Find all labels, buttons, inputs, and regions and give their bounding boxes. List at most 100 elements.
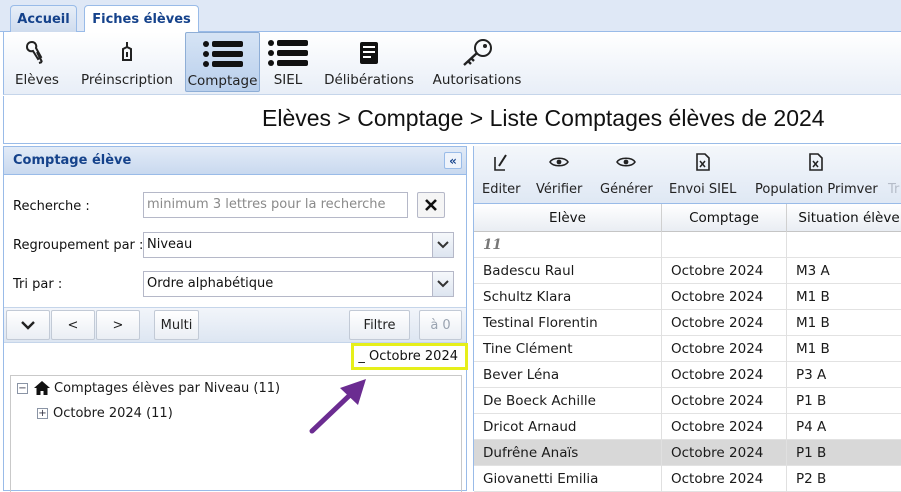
chevron-down-icon (21, 320, 35, 330)
cell-situation: M1 B (787, 284, 901, 310)
next-button[interactable]: > (96, 310, 140, 340)
cell-eleve: Badescu Raul (474, 258, 662, 284)
cell-eleve: Bever Léna (474, 362, 662, 388)
table-row[interactable]: Dufrêne Anaïs Octobre 2024 P1 B (474, 440, 901, 466)
tab-fiches-eleves[interactable]: Fiches élèves (84, 5, 199, 33)
table-row[interactable]: Schultz Klara Octobre 2024 M1 B (474, 284, 901, 310)
reset-button[interactable]: à 0 (419, 310, 462, 340)
chevron-down-icon[interactable] (432, 272, 453, 296)
search-input[interactable]: minimum 3 lettres pour la recherche (143, 192, 408, 218)
editer-button[interactable]: Editer (482, 150, 521, 197)
tree-root-label: Comptages élèves par Niveau (11) (54, 380, 281, 396)
breadcrumb: Elèves > Comptage > Liste Comptages élèv… (262, 105, 825, 131)
tab-accueil[interactable]: Accueil (10, 5, 77, 32)
cell-comptage: Octobre 2024 (662, 310, 787, 336)
ribbon-preinscription-label: Préinscription (81, 72, 173, 88)
ribbon-preinscription-button[interactable]: Préinscription (81, 32, 173, 92)
ribbon-siel-button[interactable]: SIEL (266, 32, 310, 92)
excel-icon (809, 150, 824, 174)
cell-comptage: Octobre 2024 (662, 362, 787, 388)
collapse-panel-icon[interactable]: « (444, 152, 462, 169)
population-primver-label: Population Primver (755, 182, 878, 197)
tree-node-octobre-2024[interactable]: + Octobre 2024 (11) (37, 403, 173, 423)
ribbon-eleves-label: Elèves (15, 72, 59, 88)
list-icon (202, 37, 243, 71)
table-row[interactable]: Testinal Florentin Octobre 2024 M1 B (474, 310, 901, 336)
ribbon-comptage-button[interactable]: Comptage (185, 32, 260, 92)
selected-filter-label: _ Octobre 2024 (351, 343, 468, 370)
cell-situation: P3 A (787, 362, 901, 388)
chevron-down-icon[interactable] (432, 233, 453, 257)
comptage-tree: − Comptages élèves par Niveau (11) + Oct… (10, 375, 462, 492)
cell-situation: P2 B (787, 466, 901, 492)
cell-comptage: Octobre 2024 (662, 388, 787, 414)
grid-header: Elève Comptage Situation élève (474, 204, 901, 232)
cell-comptage: Octobre 2024 (662, 414, 787, 440)
ribbon-comptage-label: Comptage (187, 73, 258, 89)
table-row[interactable]: Bever Léna Octobre 2024 P3 A (474, 362, 901, 388)
sort-select[interactable]: Ordre alphabétique (143, 271, 454, 297)
list-icon (268, 36, 308, 70)
sort-label: Tri par : (13, 277, 63, 292)
verifier-button[interactable]: Vérifier (536, 150, 582, 197)
group-row: 11 (474, 232, 901, 258)
collapse-node-icon[interactable]: − (17, 382, 28, 394)
clear-search-button[interactable] (417, 192, 445, 218)
ribbon-deliberations-label: Délibérations (324, 72, 414, 88)
ribbon-deliberations-button[interactable]: Délibérations (324, 32, 414, 92)
cell-eleve: Tine Clément (474, 336, 662, 362)
prev-button[interactable]: < (51, 310, 95, 340)
table-row[interactable]: Giovanetti Emilia Octobre 2024 P2 B (474, 466, 901, 492)
search-label: Recherche : (13, 199, 90, 214)
column-header-comptage[interactable]: Comptage (662, 204, 787, 232)
tree-node-label: Octobre 2024 (11) (53, 405, 173, 421)
truncated-label: Tr (888, 182, 900, 197)
editer-label: Editer (482, 182, 521, 197)
eye-icon (549, 150, 570, 174)
generer-button[interactable]: Générer (600, 150, 653, 197)
truncated-button[interactable]: Tr (888, 150, 899, 197)
cell-situation: M1 B (787, 310, 901, 336)
population-primver-button[interactable]: Population Primver (755, 150, 878, 197)
cell-eleve: Schultz Klara (474, 284, 662, 310)
envoi-siel-label: Envoi SIEL (669, 182, 737, 197)
home-icon (34, 381, 50, 395)
table-row[interactable]: De Boeck Achille Octobre 2024 P1 B (474, 388, 901, 414)
eleves-grid-panel: Editer Vérifier Générer Envoi SIEL Popul… (473, 146, 901, 492)
cell-comptage: Octobre 2024 (662, 466, 787, 492)
grouping-select[interactable]: Niveau (143, 232, 454, 258)
page-title-bar: Elèves > Comptage > Liste Comptages élèv… (3, 96, 901, 144)
expand-node-icon[interactable]: + (37, 407, 48, 419)
cell-situation: P4 A (787, 414, 901, 440)
tree-toolbar: < > Multi Filtre à 0 (4, 307, 466, 343)
cell-comptage: Octobre 2024 (662, 336, 787, 362)
column-header-situation[interactable]: Situation élève (787, 204, 901, 232)
ribbon-eleves-button[interactable]: Elèves (10, 32, 64, 92)
filter-button[interactable]: Filtre (349, 310, 410, 340)
cell-comptage: Octobre 2024 (662, 440, 787, 466)
edit-icon (494, 150, 508, 174)
expand-all-button[interactable] (6, 310, 50, 340)
cell-situation: P1 B (787, 440, 901, 466)
multi-button[interactable]: Multi (154, 310, 199, 340)
cell-situation: M1 B (787, 336, 901, 362)
cell-eleve: Dufrêne Anaïs (474, 440, 662, 466)
table-row[interactable]: Dricot Arnaud Octobre 2024 P4 A (474, 414, 901, 440)
cell-eleve: De Boeck Achille (474, 388, 662, 414)
cell-eleve: Giovanetti Emilia (474, 466, 662, 492)
envoi-siel-button[interactable]: Envoi SIEL (669, 150, 736, 197)
table-row[interactable]: Tine Clément Octobre 2024 M1 B (474, 336, 901, 362)
grid-toolbar: Editer Vérifier Générer Envoi SIEL Popul… (474, 146, 901, 204)
key-icon (460, 36, 494, 70)
verifier-label: Vérifier (536, 182, 583, 197)
column-header-eleve[interactable]: Elève (474, 204, 662, 232)
ribbon-autorisations-button[interactable]: Autorisations (433, 32, 521, 92)
close-icon (425, 199, 437, 211)
table-row[interactable]: Badescu Raul Octobre 2024 M3 A (474, 258, 901, 284)
eye-icon (616, 150, 637, 174)
generer-label: Générer (600, 182, 653, 197)
tree-root[interactable]: − Comptages élèves par Niveau (11) (17, 378, 280, 398)
excel-icon (695, 150, 710, 174)
ribbon-siel-label: SIEL (273, 72, 303, 88)
panel-header: Comptage élève « (4, 147, 466, 175)
